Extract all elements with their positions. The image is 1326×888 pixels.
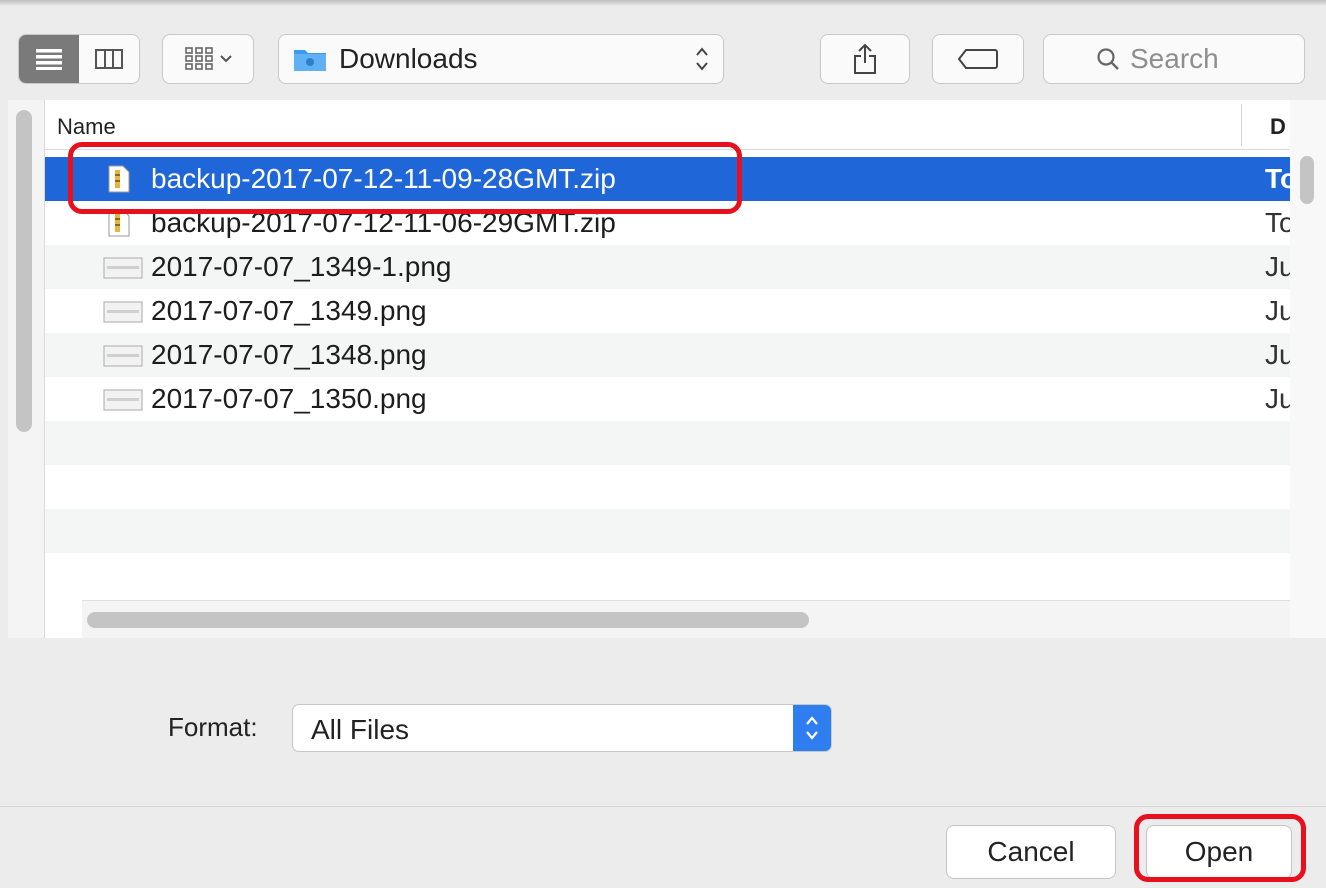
up-down-chevron-icon [696, 47, 708, 71]
folder-icon [294, 50, 326, 71]
file-name: 2017-07-07_1349-1.png [151, 251, 452, 282]
date-column-header[interactable]: D [1270, 114, 1286, 140]
share-icon [854, 43, 876, 74]
icon-grid-icon [185, 47, 213, 70]
file-date: Ju [1265, 383, 1290, 414]
file-name: 2017-07-07_1349.png [151, 295, 427, 326]
chevron-down-icon [220, 55, 232, 63]
file-row[interactable]: 2017-07-07_1348.png Ju [45, 333, 1290, 377]
sidebar-scroll-thumb[interactable] [16, 110, 32, 432]
format-panel: Format: All Files [0, 638, 1326, 806]
file-date: Ju [1265, 295, 1290, 326]
view-mode-control [18, 34, 140, 84]
column-view-icon [95, 49, 123, 69]
file-row[interactable]: backup-2017-07-12-11-06-29GMT.zip To [45, 201, 1290, 245]
column-separator [1241, 104, 1242, 146]
share-button[interactable] [820, 34, 910, 84]
up-down-chevron-icon [806, 716, 818, 740]
zip-file-icon [108, 209, 130, 237]
sidebar-scrollbar[interactable] [8, 100, 45, 638]
file-browser: Name D backup-2017-07-12-11-09-28GMT.zip… [8, 100, 1326, 638]
list-view-icon [36, 49, 62, 70]
cancel-button[interactable]: Cancel [946, 825, 1116, 879]
name-column-header[interactable]: Name [57, 114, 116, 140]
location-label: Downloads [339, 43, 478, 74]
format-label: Format: [168, 712, 258, 742]
horizontal-scroll-thumb[interactable] [87, 612, 809, 628]
empty-row [45, 509, 1290, 553]
file-row[interactable]: 2017-07-07_1349.png Ju [45, 289, 1290, 333]
file-row[interactable]: 2017-07-07_1349-1.png Ju [45, 245, 1290, 289]
file-name: 2017-07-07_1348.png [151, 339, 427, 370]
search-input[interactable] [1128, 42, 1252, 76]
horizontal-scrollbar[interactable] [82, 600, 1290, 638]
list-header: Name D [45, 100, 1290, 150]
search-icon [1097, 48, 1119, 70]
image-file-icon [103, 301, 143, 323]
file-name: backup-2017-07-12-11-09-28GMT.zip [151, 163, 616, 194]
dialog-footer: Cancel Open [0, 806, 1326, 888]
file-date: To [1265, 207, 1290, 238]
file-date: Ju [1265, 339, 1290, 370]
image-file-icon [103, 257, 143, 279]
arrange-button[interactable] [162, 34, 254, 84]
file-list: Name D backup-2017-07-12-11-09-28GMT.zip… [45, 100, 1290, 638]
file-row[interactable]: 2017-07-07_1350.png Ju [45, 377, 1290, 421]
open-button[interactable]: Open [1146, 825, 1292, 879]
image-file-icon [103, 389, 143, 411]
file-date: To [1265, 163, 1290, 194]
image-file-icon [103, 345, 143, 367]
toolbar: Downloads [0, 6, 1326, 100]
vertical-scrollbar[interactable] [1290, 100, 1326, 638]
empty-row [45, 465, 1290, 509]
list-view-button[interactable] [19, 35, 79, 83]
file-row[interactable]: backup-2017-07-12-11-09-28GMT.zip To [45, 157, 1290, 201]
vertical-scroll-thumb[interactable] [1300, 156, 1314, 204]
file-name: 2017-07-07_1350.png [151, 383, 427, 414]
file-date: Ju [1265, 251, 1290, 282]
format-value: All Files [311, 714, 410, 745]
tag-button[interactable] [932, 34, 1024, 84]
empty-row [45, 553, 1290, 597]
tag-icon [958, 49, 998, 69]
empty-row [45, 421, 1290, 465]
column-view-button[interactable] [79, 35, 139, 83]
location-popup[interactable]: Downloads [278, 34, 724, 84]
format-select[interactable]: All Files [292, 704, 832, 752]
zip-file-icon [108, 165, 130, 193]
search-field[interactable] [1043, 34, 1305, 84]
format-select-arrow[interactable] [793, 705, 831, 751]
file-name: backup-2017-07-12-11-06-29GMT.zip [151, 207, 616, 238]
